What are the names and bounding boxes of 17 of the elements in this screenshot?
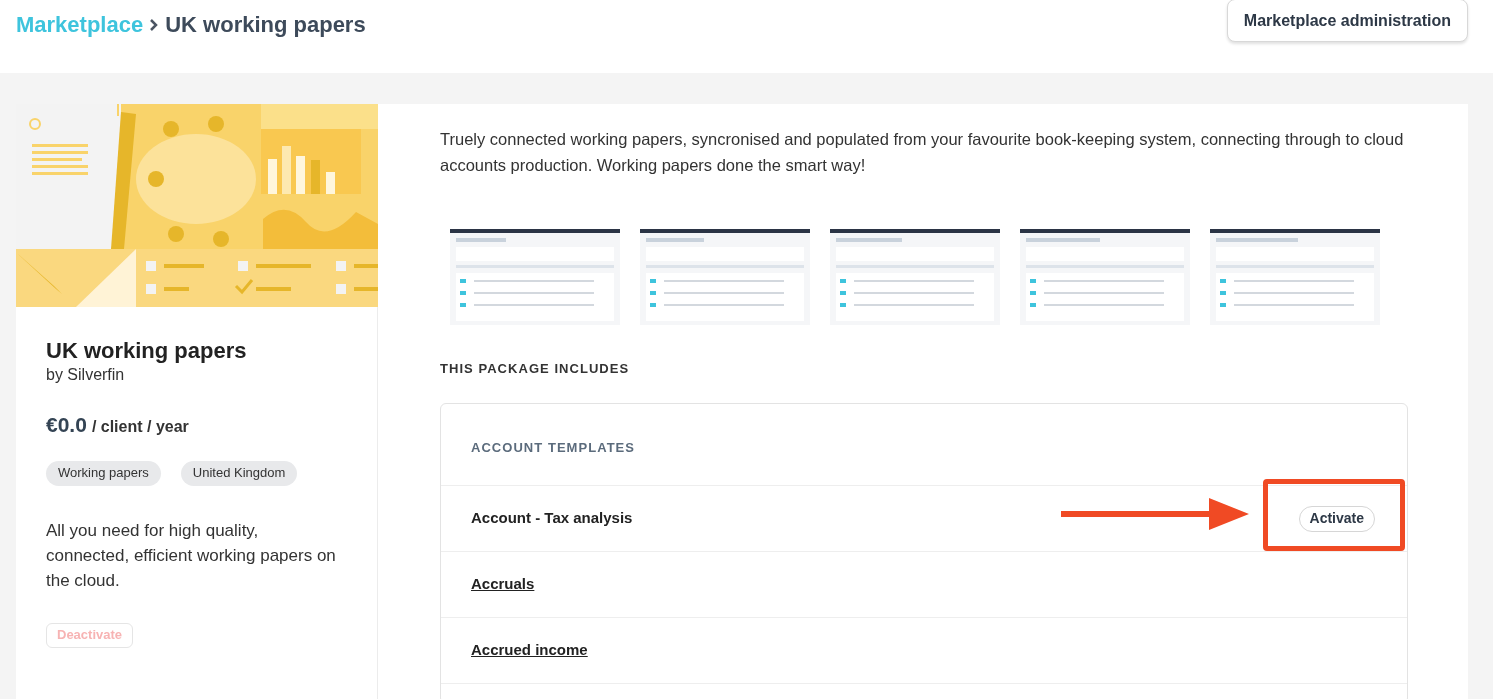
page-title: UK working papers: [165, 11, 366, 39]
package-title: UK working papers: [46, 337, 247, 365]
admin-button[interactable]: Marketplace administration: [1226, 0, 1468, 42]
template-link[interactable]: Accrued income: [471, 639, 588, 662]
chevron-right-icon: [149, 17, 160, 32]
section-heading: THIS PACKAGE INCLUDES: [440, 360, 631, 378]
package-description: Truely connected working papers, syncronised and populated from your favourite book-keeping system, connecting through to cloud accounts production. Working papers done the smart way!: [440, 129, 1405, 176]
package-author: by Silverfin: [46, 365, 125, 385]
activate-button[interactable]: Activate: [1298, 505, 1375, 532]
price-unit: / client / year: [91, 417, 189, 437]
tag: United Kingdom: [180, 460, 298, 486]
package-summary: All you need for high quality, connected, efficient working papers on the cloud.: [46, 519, 337, 592]
section-title: ACCOUNT TEMPLATES: [441, 403, 1407, 486]
template-name: Account - Tax analysis: [471, 508, 633, 529]
price: €0.0: [46, 412, 87, 438]
template-link[interactable]: Accruals: [471, 573, 535, 596]
tag: Working papers: [46, 460, 161, 486]
